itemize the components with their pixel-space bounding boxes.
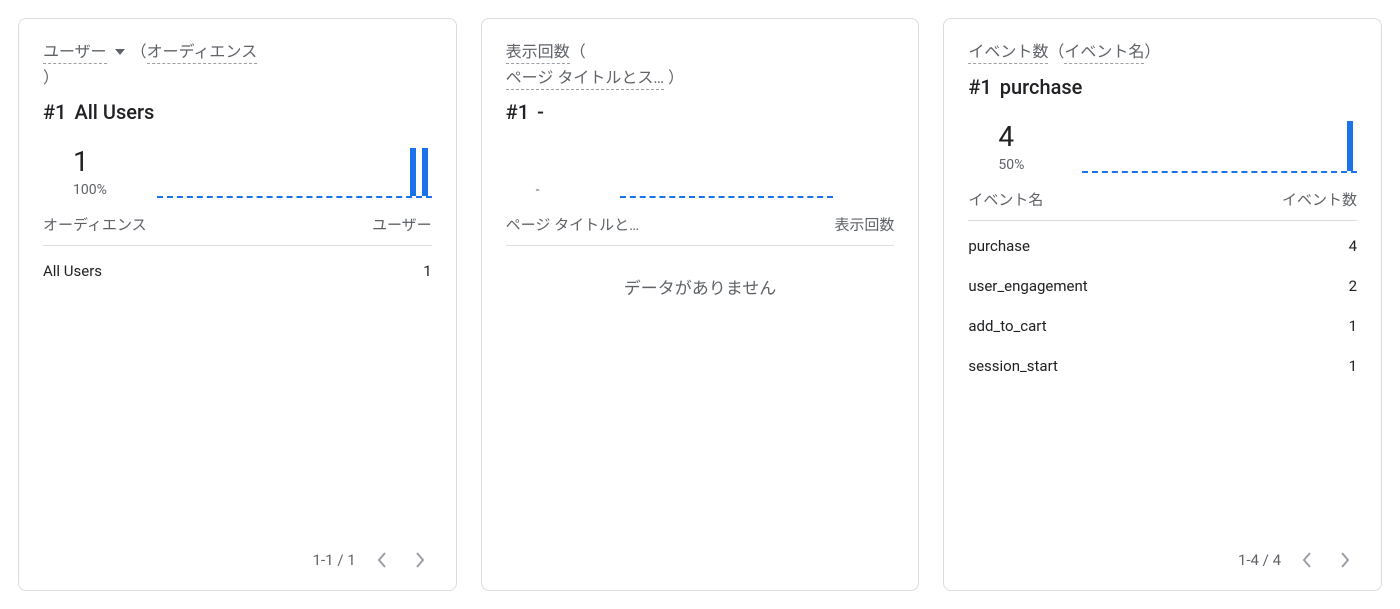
card-header: 表示回数（ ページ タイトルとス… ） bbox=[506, 39, 895, 90]
row-value: 2 bbox=[1349, 277, 1357, 295]
card-header: イベント数（イベント名） bbox=[968, 39, 1357, 65]
pager-label: 1-4 / 4 bbox=[1238, 551, 1281, 569]
row-value: 1 bbox=[1349, 357, 1357, 375]
row-name: add_to_cart bbox=[968, 317, 1046, 335]
row-value: 1 bbox=[423, 262, 431, 280]
chevron-down-icon[interactable] bbox=[115, 49, 125, 55]
summary-row: 1 100% bbox=[43, 128, 432, 198]
row-value: 1 bbox=[1349, 317, 1357, 335]
sparkline-bar bbox=[410, 148, 416, 196]
top-item-name: purchase bbox=[1000, 75, 1083, 99]
table-row[interactable]: All Users 1 bbox=[43, 252, 432, 284]
summary-numbers: 1 100% bbox=[43, 147, 133, 198]
dashboard-cards-row: ユーザー （オーディエンス ） #1All Users 1 100% オーディエ… bbox=[0, 0, 1400, 609]
empty-state-message: データがありません bbox=[506, 246, 895, 299]
row-name: user_engagement bbox=[968, 277, 1087, 295]
top-item: #1- bbox=[506, 100, 895, 124]
pager-prev-button[interactable] bbox=[1295, 548, 1319, 572]
summary-value: 1 bbox=[73, 147, 133, 178]
row-name: purchase bbox=[968, 237, 1030, 255]
row-name: All Users bbox=[43, 262, 102, 280]
table-header: オーディエンス ユーザー bbox=[43, 208, 432, 246]
table-rows: purchase4user_engagement2add_to_cart1ses… bbox=[968, 227, 1357, 387]
top-item-name: All Users bbox=[74, 100, 154, 124]
card-users-by-audience: ユーザー （オーディエンス ） #1All Users 1 100% オーディエ… bbox=[18, 18, 457, 591]
summary-row: - bbox=[506, 128, 895, 198]
metric-label: 表示回数 bbox=[506, 42, 570, 64]
rank-label: #1 bbox=[968, 75, 991, 99]
pager: 1-4 / 4 bbox=[968, 538, 1357, 572]
pager-next-button[interactable] bbox=[408, 548, 432, 572]
summary-percent: 50% bbox=[998, 157, 1058, 173]
dimension-label: イベント名 bbox=[1064, 42, 1144, 64]
paren-close: ） bbox=[43, 65, 432, 91]
summary-percent: - bbox=[536, 182, 596, 198]
sparkline-bar bbox=[422, 148, 428, 196]
sparkline-chart bbox=[620, 138, 834, 198]
pager-label: 1-1 / 1 bbox=[313, 551, 356, 569]
card-views-by-pagetitle: 表示回数（ ページ タイトルとス… ） #1- - ページ タイトルと… 表示回… bbox=[481, 18, 920, 591]
rank-label: #1 bbox=[506, 100, 529, 124]
sparkline-chart bbox=[1082, 113, 1357, 173]
table-row[interactable]: user_engagement 2 bbox=[968, 267, 1357, 299]
table-header: イベント名 イベント数 bbox=[968, 183, 1357, 221]
metric-selector[interactable]: ユーザー bbox=[43, 42, 107, 64]
summary-numbers: - bbox=[506, 178, 596, 198]
table-row[interactable]: add_to_cart 1 bbox=[968, 307, 1357, 339]
card-events-by-eventname: イベント数（イベント名） #1purchase 4 50% イベント名 イベント… bbox=[943, 18, 1382, 591]
sparkline-bar bbox=[1347, 121, 1353, 171]
metric-label: イベント数 bbox=[968, 42, 1048, 64]
rank-label: #1 bbox=[43, 100, 66, 124]
sparkline-chart bbox=[157, 138, 432, 198]
pager-next-button[interactable] bbox=[1333, 548, 1357, 572]
top-item: #1 purchase bbox=[968, 75, 1357, 99]
table-row[interactable]: session_start 1 bbox=[968, 347, 1357, 379]
dimension-label: オーディエンス bbox=[147, 42, 258, 64]
table-header: ページ タイトルと… 表示回数 bbox=[506, 208, 895, 246]
col-metric: 表示回数 bbox=[834, 214, 894, 235]
col-dimension: イベント名 bbox=[968, 189, 1043, 210]
top-item-name: - bbox=[537, 100, 544, 124]
summary-percent: 100% bbox=[73, 182, 133, 198]
dimension-label: ページ タイトルとス… bbox=[506, 68, 664, 90]
col-dimension: オーディエンス bbox=[43, 214, 147, 235]
summary-row: 4 50% bbox=[968, 103, 1357, 173]
pager-prev-button[interactable] bbox=[370, 548, 394, 572]
col-metric: イベント数 bbox=[1282, 189, 1357, 210]
card-header: ユーザー （オーディエンス ） bbox=[43, 39, 432, 90]
paren-close: ） bbox=[664, 68, 684, 87]
pager: 1-1 / 1 bbox=[43, 538, 432, 572]
row-value: 4 bbox=[1349, 237, 1357, 255]
summary-value: 4 bbox=[998, 122, 1058, 153]
table-row[interactable]: purchase 4 bbox=[968, 227, 1357, 259]
col-metric: ユーザー bbox=[372, 214, 432, 235]
summary-numbers: 4 50% bbox=[968, 122, 1058, 173]
top-item: #1 All Users bbox=[43, 100, 432, 124]
paren-open: （ bbox=[1048, 42, 1064, 61]
paren-open: （ bbox=[570, 42, 586, 61]
col-dimension: ページ タイトルと… bbox=[506, 214, 639, 235]
paren-open: （ bbox=[131, 42, 147, 61]
table-rows: All Users 1 bbox=[43, 252, 432, 292]
row-name: session_start bbox=[968, 357, 1058, 375]
paren-close: ） bbox=[1144, 42, 1160, 61]
